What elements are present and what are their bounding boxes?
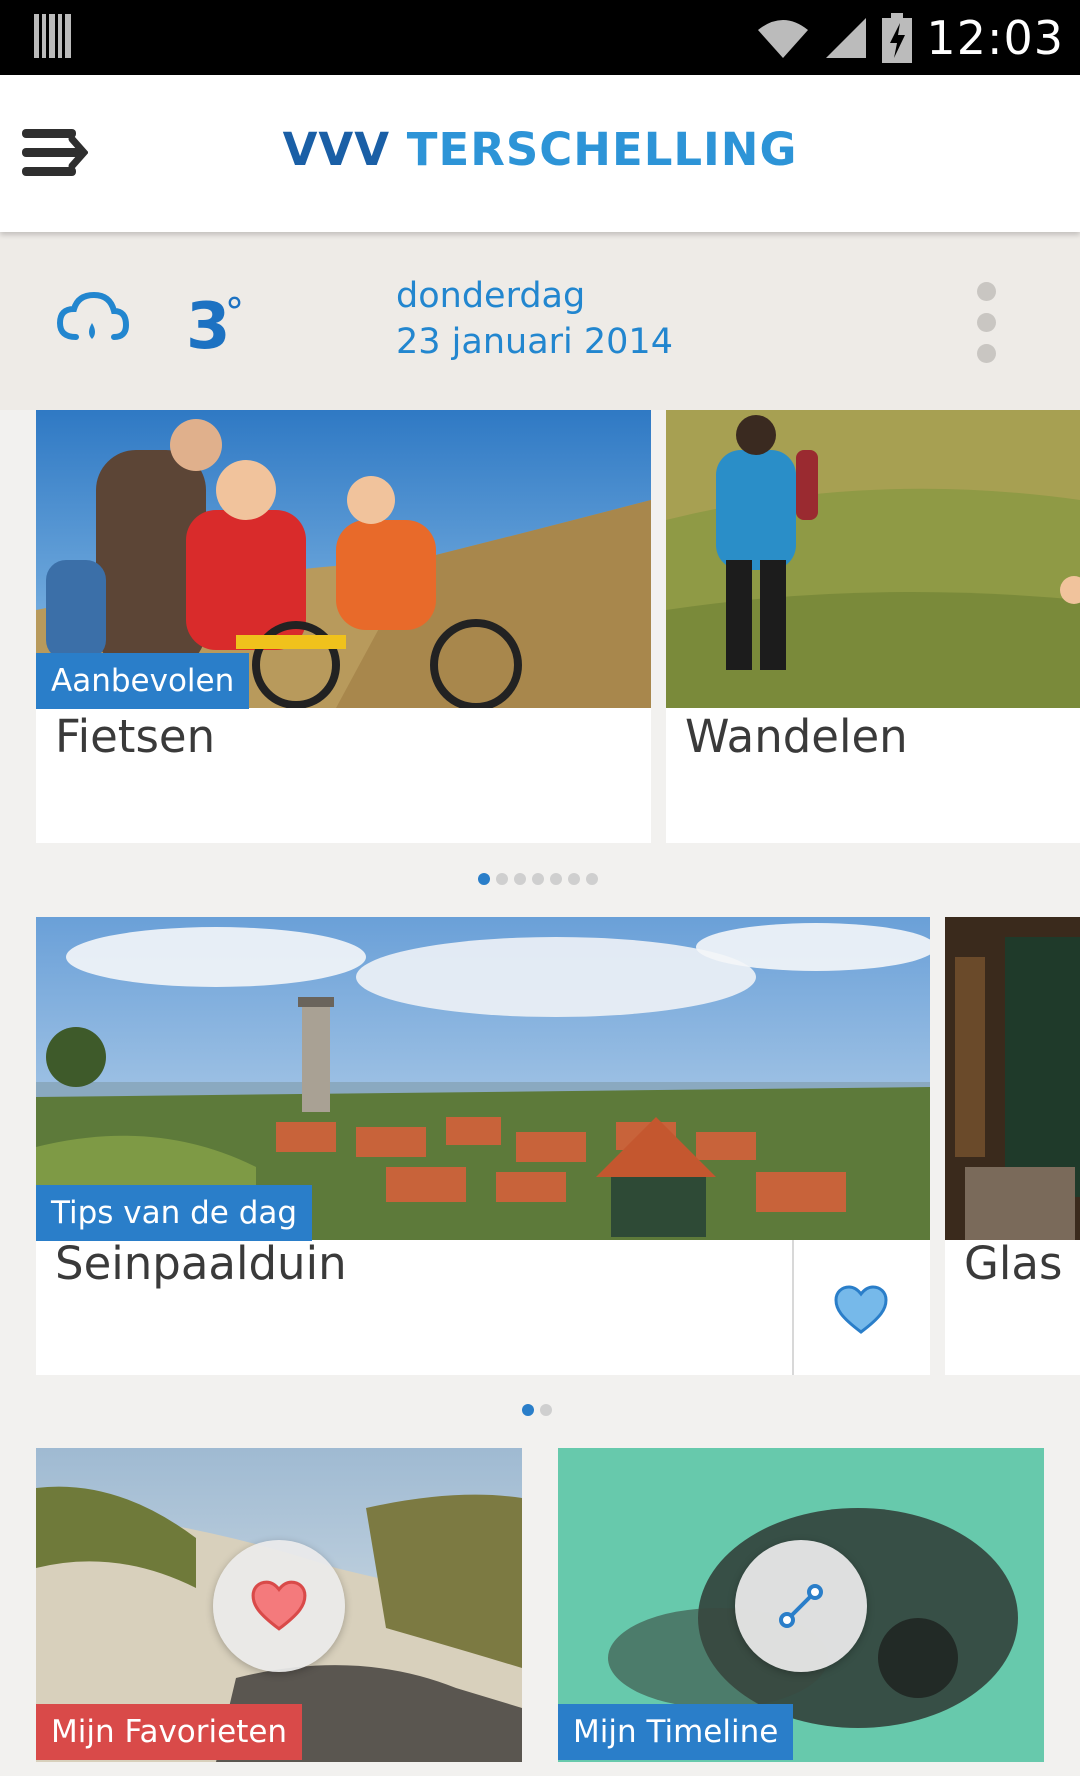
temperature: 3 <box>186 290 231 364</box>
card-fietsen[interactable]: Aanbevolen Fietsen <box>36 410 651 843</box>
route-icon <box>779 1584 823 1628</box>
recommended-pager <box>478 873 598 885</box>
card-title: Wandelen <box>685 710 908 763</box>
card-divider <box>792 1240 794 1375</box>
weather-bar: 3 ° donderdag 23 januari 2014 <box>0 232 1080 410</box>
pager-dot <box>586 873 598 885</box>
app-bar: VVV TERSCHELLING <box>0 75 1080 232</box>
overflow-dot <box>976 282 996 301</box>
pager-dot <box>532 873 544 885</box>
my-timeline-tile[interactable]: Mijn Timeline <box>558 1448 1044 1762</box>
favorite-button[interactable] <box>833 1285 889 1335</box>
timeline-circle-button[interactable] <box>735 1540 867 1672</box>
card-seinpaalduin[interactable]: Tips van de dag Seinpaalduin <box>36 917 930 1375</box>
pager-dot <box>568 873 580 885</box>
pager-dot-active <box>478 873 490 885</box>
pager-dot <box>514 873 526 885</box>
tips-pager <box>522 1404 552 1416</box>
barcode-icon <box>34 14 71 58</box>
recommended-tag: Aanbevolen <box>36 653 250 709</box>
brand-logo: VVV TERSCHELLING <box>0 123 1080 176</box>
heart-icon <box>251 1580 307 1631</box>
overflow-dot <box>976 313 996 332</box>
wifi-icon <box>758 20 809 58</box>
pager-dot-active <box>522 1404 534 1416</box>
card-wandelen[interactable]: Wandelen <box>666 410 1080 843</box>
glass-workshop-photo <box>945 917 1080 1240</box>
card-title: Glas i <box>964 1237 1080 1290</box>
hiking-photo <box>666 410 1080 708</box>
clock: 12:03 <box>926 11 1064 65</box>
tips-tag: Tips van de dag <box>36 1185 313 1241</box>
pager-dot <box>550 873 562 885</box>
overflow-menu-button[interactable] <box>968 282 1004 372</box>
my-favorites-tile[interactable]: Mijn Favorieten <box>36 1448 522 1762</box>
card-glas[interactable]: Glas i <box>945 917 1080 1375</box>
brand-part-vvv: VVV <box>282 123 391 176</box>
date: 23 januari 2014 <box>396 322 673 362</box>
status-bar: 12:03 <box>0 0 1080 75</box>
pager-dot <box>496 873 508 885</box>
card-title: Seinpaalduin <box>55 1237 347 1290</box>
favorites-circle-button[interactable] <box>213 1540 345 1672</box>
weekday: donderdag <box>396 276 586 316</box>
card-title: Fietsen <box>55 710 216 763</box>
cloud-rain-icon <box>56 291 130 340</box>
favorites-label: Mijn Favorieten <box>36 1704 303 1760</box>
signal-icon <box>826 18 867 58</box>
pager-dot <box>540 1404 552 1416</box>
timeline-label: Mijn Timeline <box>558 1704 794 1760</box>
battery-charging-icon <box>882 13 913 63</box>
heart-icon <box>834 1285 888 1334</box>
brand-part-terschelling: TERSCHELLING <box>406 123 798 176</box>
overflow-dot <box>976 344 996 363</box>
degree-symbol: ° <box>225 290 244 334</box>
